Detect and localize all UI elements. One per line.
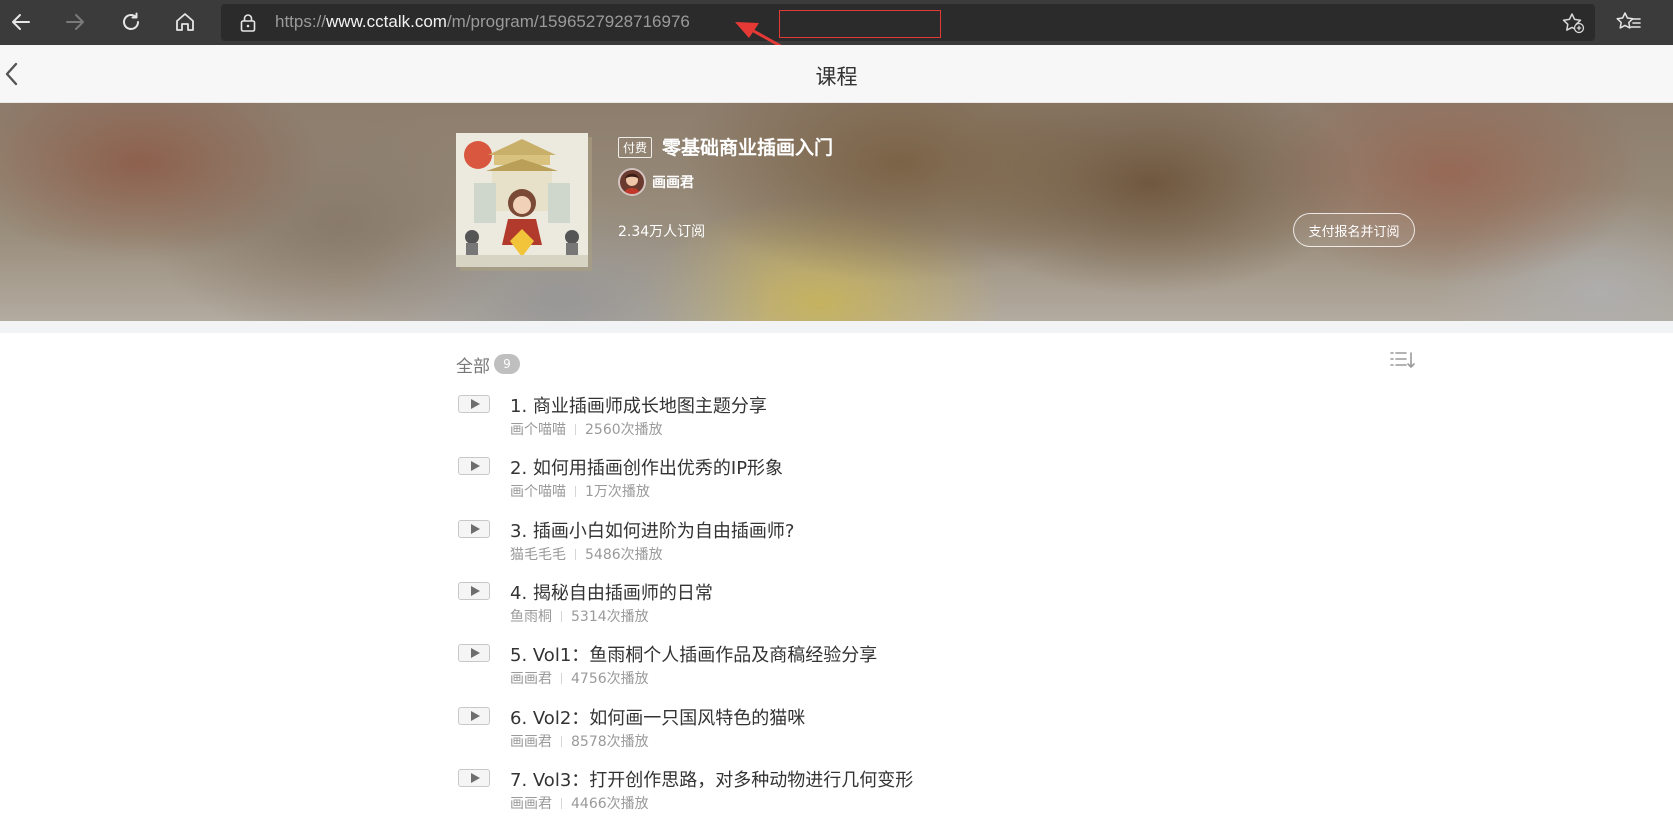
lesson-list-header: 全部 9	[456, 350, 1416, 377]
lesson-title[interactable]: 1. 商业插画师成长地图主题分享	[510, 392, 767, 418]
url-prefix: https://	[275, 12, 327, 31]
play-icon[interactable]	[458, 395, 490, 413]
lesson-plays: 4466次播放	[571, 796, 649, 812]
lesson-title[interactable]: 3. 插画小白如何进阶为自由插画师?	[510, 517, 794, 543]
lesson-meta: 画个喵喵 1万次播放	[510, 481, 650, 501]
lesson-plays: 5486次播放	[585, 547, 663, 563]
sort-order-icon[interactable]	[1390, 350, 1416, 374]
lesson-meta: 猫毛毛毛 5486次播放	[510, 544, 663, 564]
address-bar[interactable]: https://www.cctalk.com/m/program/1596527…	[221, 4, 1595, 41]
lesson-plays: 8578次播放	[571, 734, 649, 750]
refresh-icon[interactable]	[114, 5, 148, 39]
course-cover-image[interactable]	[456, 133, 588, 267]
course-title: 零基础商业插画入门	[662, 137, 834, 159]
play-icon[interactable]	[458, 644, 490, 662]
lesson-item[interactable]: 5. Vol1：鱼雨桐个人插画作品及商稿经验分享 画画君 4756次播放	[456, 641, 1416, 697]
lesson-author: 鱼雨桐	[510, 609, 552, 625]
lesson-title[interactable]: 2. 如何用插画创作出优秀的IP形象	[510, 454, 783, 480]
lesson-item[interactable]: 4. 揭秘自由插画师的日常 鱼雨桐 5314次播放	[456, 579, 1416, 635]
all-tab-label[interactable]: 全部	[456, 352, 490, 377]
back-icon[interactable]	[4, 5, 38, 39]
add-favorite-icon[interactable]	[1561, 12, 1585, 38]
page-title: 课程	[815, 65, 858, 89]
home-icon[interactable]	[168, 5, 202, 39]
lesson-count-badge: 9	[494, 354, 520, 374]
lesson-title[interactable]: 6. Vol2：如何画一只国风特色的猫咪	[510, 704, 805, 730]
pay-and-subscribe-button[interactable]: 支付报名并订阅	[1293, 213, 1415, 247]
url-id: 1596527928716976	[538, 12, 690, 31]
play-icon[interactable]	[458, 707, 490, 725]
lesson-title[interactable]: 5. Vol1：鱼雨桐个人插画作品及商稿经验分享	[510, 641, 877, 667]
author-avatar[interactable]	[618, 168, 646, 196]
lesson-author: 画画君	[510, 734, 552, 750]
lesson-plays: 4756次播放	[571, 671, 649, 687]
lesson-plays: 5314次播放	[571, 609, 649, 625]
url-id-highlight-box	[779, 10, 941, 38]
url-path: /m/program/	[446, 12, 539, 31]
lesson-plays: 2560次播放	[585, 422, 663, 438]
subscriber-count: 2.34万人订阅	[618, 224, 706, 240]
lesson-author: 画个喵喵	[510, 484, 566, 500]
author-name[interactable]: 画画君	[652, 172, 694, 192]
lesson-meta: 鱼雨桐 5314次播放	[510, 606, 649, 626]
play-icon[interactable]	[458, 520, 490, 538]
lesson-meta: 画画君 4756次播放	[510, 668, 649, 688]
play-icon[interactable]	[458, 582, 490, 600]
lesson-plays: 1万次播放	[585, 484, 650, 500]
paid-tag: 付费	[618, 137, 653, 158]
lesson-meta: 画画君 8578次播放	[510, 731, 649, 751]
lesson-author: 画画君	[510, 671, 552, 687]
lesson-title[interactable]: 4. 揭秘自由插画师的日常	[510, 579, 713, 605]
lesson-author: 画画君	[510, 796, 552, 812]
lesson-meta: 画个喵喵 2560次播放	[510, 419, 663, 439]
course-banner: 付费 零基础商业插画入门 画画君 2.34万人订阅 支付报名并订阅	[0, 103, 1673, 321]
play-icon[interactable]	[458, 457, 490, 475]
forward-icon[interactable]	[58, 5, 92, 39]
lesson-author: 画个喵喵	[510, 422, 566, 438]
lesson-meta: 画画君 4466次播放	[510, 793, 649, 813]
play-icon[interactable]	[458, 769, 490, 787]
page-header: 课程	[0, 45, 1673, 103]
favorites-icon[interactable]	[1612, 5, 1646, 39]
lesson-author: 猫毛毛毛	[510, 547, 566, 563]
url-text[interactable]: https://www.cctalk.com/m/program/1596527…	[275, 12, 690, 32]
section-divider	[0, 321, 1673, 333]
lock-icon[interactable]	[239, 13, 257, 37]
lesson-item[interactable]: 1. 商业插画师成长地图主题分享 画个喵喵 2560次播放	[456, 392, 1416, 448]
url-host: www.cctalk.com	[326, 12, 447, 31]
lesson-title[interactable]: 7. Vol3：打开创作思路，对多种动物进行几何变形	[510, 766, 913, 792]
browser-toolbar: https://www.cctalk.com/m/program/1596527…	[0, 0, 1673, 45]
lesson-item[interactable]: 2. 如何用插画创作出优秀的IP形象 画个喵喵 1万次播放	[456, 454, 1416, 510]
lesson-item[interactable]: 6. Vol2：如何画一只国风特色的猫咪 画画君 8578次播放	[456, 704, 1416, 760]
lesson-item[interactable]: 3. 插画小白如何进阶为自由插画师? 猫毛毛毛 5486次播放	[456, 517, 1416, 573]
lesson-item[interactable]: 7. Vol3：打开创作思路，对多种动物进行几何变形 画画君 4466次播放	[456, 766, 1416, 818]
